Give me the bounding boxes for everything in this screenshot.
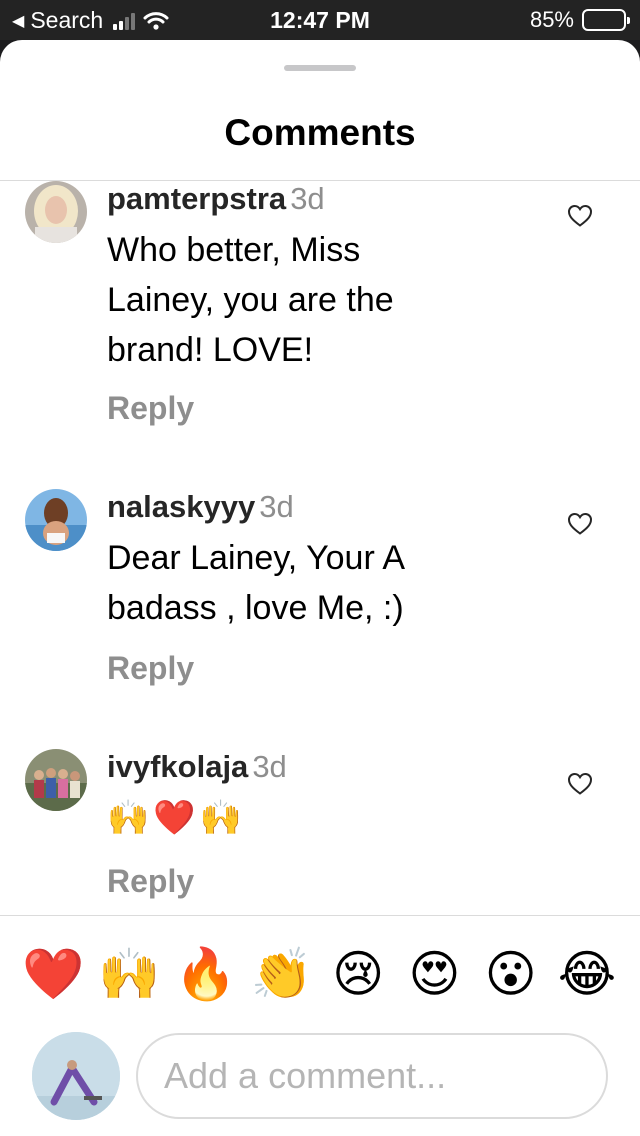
comment-header: ivyfkolaja 3d	[107, 749, 287, 785]
avatar[interactable]	[25, 489, 87, 551]
battery-percent: 85%	[529, 7, 574, 32]
surprised-face-emoji-button[interactable]: 😮	[480, 943, 542, 1005]
comment-header: pamterpstra 3d	[107, 181, 325, 217]
clapping-hands-emoji-button[interactable]: 👏	[251, 943, 313, 1005]
like-heart-icon[interactable]	[567, 512, 593, 536]
add-comment-input[interactable]	[136, 1033, 608, 1119]
battery-status: 85%	[529, 7, 630, 33]
heart-eyes-emoji-button[interactable]: 😍	[403, 943, 465, 1005]
reply-button[interactable]: Reply	[107, 863, 194, 900]
like-heart-icon[interactable]	[567, 204, 593, 228]
like-heart-icon[interactable]	[567, 772, 593, 796]
page-title: Comments	[224, 112, 416, 153]
comment-header: nalaskyyy 3d	[107, 489, 294, 525]
comments-sheet: Comments pamterpstra 3d Who better, Miss …	[0, 40, 640, 1136]
reply-button[interactable]: Reply	[107, 650, 194, 687]
comment-timestamp: 3d	[259, 489, 294, 524]
status-bar: ◀ Search 12:47 PM 85%	[0, 0, 640, 40]
comment-text: Dear Lainey, Your A badass , love Me, :)	[107, 539, 406, 627]
avatar[interactable]	[25, 749, 87, 811]
quick-reaction-bar: ❤️ 🙌 🔥 👏 😢 😍 😮 😂	[22, 943, 618, 1005]
tears-of-joy-emoji-button[interactable]: 😂	[556, 943, 618, 1005]
fire-emoji-button[interactable]: 🔥	[175, 943, 237, 1005]
comment-username[interactable]: nalaskyyy	[107, 489, 255, 524]
comment-list[interactable]: pamterpstra 3d Who better, Miss Lainey, y…	[0, 181, 640, 915]
divider	[0, 915, 640, 916]
comment-timestamp: 3d	[252, 749, 287, 784]
crying-face-emoji-button[interactable]: 😢	[327, 943, 389, 1005]
comment-username[interactable]: ivyfkolaja	[107, 749, 248, 784]
current-user-avatar	[32, 1032, 120, 1120]
sheet-grabber[interactable]	[284, 65, 356, 71]
avatar[interactable]	[25, 181, 87, 243]
comment-timestamp: 3d	[290, 181, 325, 216]
reply-button[interactable]: Reply	[107, 390, 194, 427]
comment-username[interactable]: pamterpstra	[107, 181, 286, 216]
comment-text: 🙌❤️🙌	[107, 799, 247, 837]
red-heart-emoji-button[interactable]: ❤️	[22, 943, 84, 1005]
raising-hands-emoji-button[interactable]: 🙌	[98, 943, 160, 1005]
comment-text: Who better, Miss Lainey, you are the bra…	[107, 231, 394, 369]
battery-icon	[582, 9, 630, 31]
